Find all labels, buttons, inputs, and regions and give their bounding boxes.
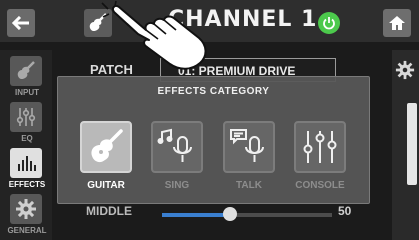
gear-icon[interactable] (395, 60, 415, 80)
middle-slider-fill (162, 213, 230, 217)
dialog-title: EFFECTS CATEGORY (157, 86, 270, 97)
sidebar-item-input[interactable]: INPUT (6, 56, 48, 100)
sidebar-tile (10, 194, 42, 224)
back-button[interactable] (7, 9, 35, 37)
middle-value: 50 (338, 204, 352, 218)
effects-meter-icon (18, 156, 36, 171)
guitar-icon (91, 129, 123, 163)
eq-sliders-icon (16, 108, 36, 126)
sidebar-item-eq[interactable]: EQ (6, 102, 48, 146)
sidebar-item-label: INPUT (15, 88, 39, 97)
power-icon (323, 17, 335, 30)
sidebar-item-label: EQ (21, 134, 33, 143)
home-button[interactable] (383, 9, 411, 37)
power-button[interactable] (318, 12, 340, 34)
category-label: SING (164, 180, 190, 191)
category-sing-button[interactable]: SING (149, 121, 205, 191)
category-console-button[interactable]: CONSOLE (292, 121, 348, 191)
category-label: CONSOLE (295, 180, 345, 191)
microphone-music-icon (157, 128, 192, 162)
category-label: TALK (236, 180, 262, 191)
gear-icon (16, 199, 36, 219)
sidebar-item-label: EFFECTS (8, 180, 46, 189)
mixer-console-icon (303, 131, 337, 163)
middle-slider-knob[interactable] (223, 207, 237, 221)
category-tile (294, 121, 346, 173)
hand-pointer-icon (101, 0, 207, 70)
middle-label: MIDDLE (86, 204, 132, 218)
sidebar-item-label: GENERAL (7, 226, 47, 235)
scrollbar[interactable] (407, 103, 417, 185)
category-talk-button[interactable]: TALK (221, 121, 277, 191)
sidebar-item-effects[interactable]: EFFECTS (6, 148, 48, 192)
category-tile (223, 121, 275, 173)
category-guitar-button[interactable]: GUITAR (78, 121, 134, 191)
category-tile (151, 121, 203, 173)
category-tile (80, 121, 132, 173)
microphone-speech-icon (230, 129, 264, 162)
back-arrow-icon (12, 16, 29, 30)
home-icon (389, 16, 405, 30)
sidebar-tile (10, 148, 42, 178)
guitar-icon (17, 61, 35, 80)
sidebar-tile (10, 56, 42, 86)
category-label: GUITAR (87, 180, 125, 191)
sidebar: INPUT EQ EFFECTS GENERAL (0, 50, 52, 240)
sidebar-item-general[interactable]: GENERAL (6, 194, 48, 238)
effects-category-dialog: EFFECTS CATEGORY GUITAR SING TALK CONSOL… (57, 76, 370, 204)
sidebar-tile (10, 102, 42, 132)
